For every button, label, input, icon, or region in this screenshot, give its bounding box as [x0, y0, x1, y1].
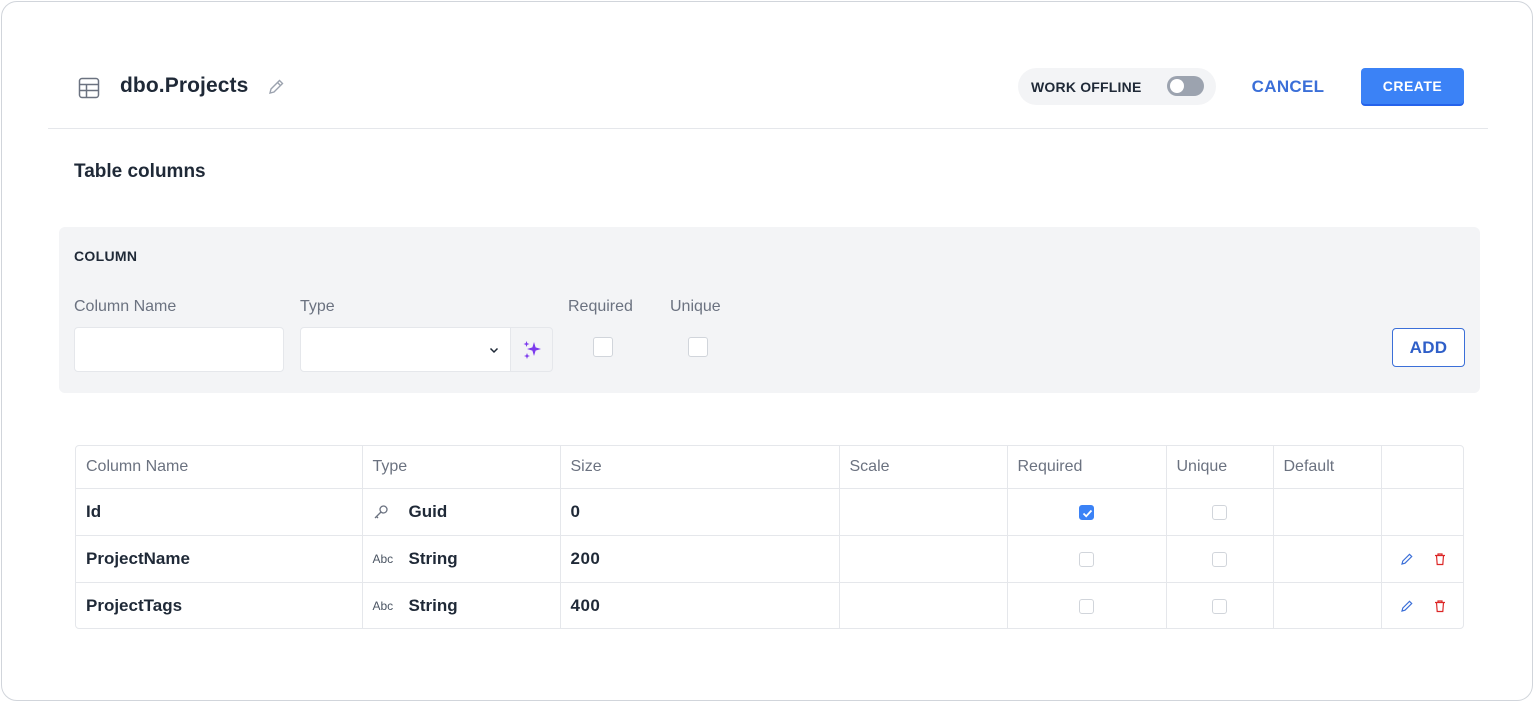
cell-type: Abc String	[362, 582, 561, 628]
section-title: Table columns	[74, 161, 206, 182]
header-size: Size	[560, 446, 840, 489]
cell-unique	[1166, 488, 1274, 536]
table-header-row: Column Name Type Size Scale Required Uni…	[76, 446, 1463, 489]
cell-column-name: Id	[76, 488, 363, 536]
header-type: Type	[362, 446, 561, 489]
cell-column-name: ProjectName	[76, 535, 363, 583]
type-label: Type	[300, 298, 335, 315]
cell-column-name: ProjectTags	[76, 582, 363, 628]
unique-checkbox[interactable]	[1212, 504, 1227, 520]
table-row[interactable]: ProjectName Abc String 200	[76, 535, 1463, 583]
required-label: Required	[568, 298, 633, 315]
required-checkbox[interactable]	[1079, 598, 1094, 614]
header-column-name: Column Name	[76, 446, 363, 489]
table-row[interactable]: Id Guid 0	[76, 488, 1463, 536]
key-icon	[373, 504, 399, 520]
unique-checkbox[interactable]	[688, 337, 708, 357]
cell-size: 0	[560, 488, 840, 536]
page-title: dbo.Projects	[120, 74, 249, 97]
columns-table: Column Name Type Size Scale Required Uni…	[75, 445, 1464, 629]
pencil-icon[interactable]	[267, 78, 285, 96]
abc-icon: Abc	[372, 598, 394, 613]
chevron-down-icon	[489, 347, 499, 354]
cell-scale	[839, 582, 1008, 628]
required-checkbox[interactable]	[1079, 504, 1094, 520]
sparkles-icon	[523, 341, 541, 359]
unique-label: Unique	[670, 298, 721, 315]
cell-actions	[1381, 535, 1463, 583]
type-text: String	[408, 548, 458, 568]
cell-required	[1007, 582, 1167, 628]
trash-icon[interactable]	[1433, 599, 1447, 613]
header-unique: Unique	[1166, 446, 1274, 489]
cell-scale	[839, 488, 1008, 536]
cell-size: 400	[560, 582, 840, 628]
pencil-icon[interactable]	[1400, 599, 1414, 613]
cell-type: Abc String	[362, 535, 561, 583]
unique-checkbox[interactable]	[1212, 598, 1227, 614]
cell-scale	[839, 535, 1008, 583]
unique-checkbox[interactable]	[1212, 551, 1227, 567]
work-offline-toggle[interactable]: WORK OFFLINE	[1018, 68, 1216, 105]
cell-size: 200	[560, 535, 840, 583]
type-text: String	[408, 595, 458, 615]
column-form-panel: COLUMN Column Name Type Required Unique …	[59, 227, 1480, 393]
header-default: Default	[1273, 446, 1382, 489]
cell-type: Guid	[362, 488, 561, 536]
column-name-input[interactable]	[74, 327, 284, 372]
cell-actions	[1381, 582, 1463, 628]
toggle-switch[interactable]	[1167, 76, 1204, 96]
ai-suggest-button[interactable]	[510, 327, 553, 372]
required-checkbox[interactable]	[593, 337, 613, 357]
cancel-button[interactable]: CANCEL	[1240, 69, 1336, 105]
add-column-button[interactable]: ADD	[1392, 328, 1465, 367]
table-row[interactable]: ProjectTags Abc String 400	[76, 582, 1463, 628]
type-select[interactable]	[300, 327, 511, 372]
pencil-icon[interactable]	[1400, 552, 1414, 566]
cell-default	[1273, 488, 1382, 536]
table-icon	[78, 77, 100, 99]
cell-required	[1007, 535, 1167, 583]
header: dbo.Projects WORK OFFLINE CANCEL CREATE	[48, 42, 1488, 129]
create-button[interactable]: CREATE	[1361, 68, 1464, 104]
header-scale: Scale	[839, 446, 1008, 489]
column-name-label: Column Name	[74, 298, 177, 315]
cell-actions	[1381, 488, 1463, 536]
cell-default	[1273, 582, 1382, 628]
trash-icon[interactable]	[1433, 552, 1447, 566]
cell-unique	[1166, 582, 1274, 628]
required-checkbox[interactable]	[1079, 551, 1094, 567]
abc-icon: Abc	[372, 551, 394, 566]
table-designer-window: dbo.Projects WORK OFFLINE CANCEL CREATE …	[1, 1, 1533, 701]
header-actions	[1381, 446, 1463, 489]
cell-unique	[1166, 535, 1274, 583]
panel-title: COLUMN	[74, 248, 138, 264]
work-offline-label: WORK OFFLINE	[1031, 79, 1142, 95]
cell-default	[1273, 535, 1382, 583]
cell-required	[1007, 488, 1167, 536]
header-required: Required	[1007, 446, 1167, 489]
type-text: Guid	[408, 501, 448, 521]
toggle-knob	[1170, 79, 1184, 93]
